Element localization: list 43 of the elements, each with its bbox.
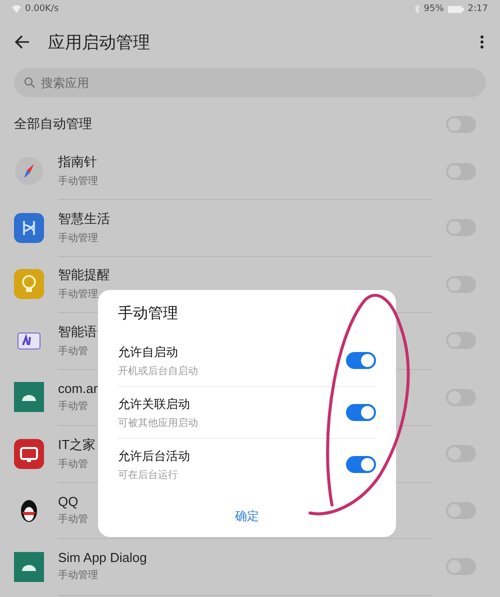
option-description: 开机或后台自启动 xyxy=(118,364,199,378)
app-name: IT之家 xyxy=(58,436,96,454)
bluetooth-icon xyxy=(414,5,420,13)
network-speed: 0.00K/s xyxy=(25,4,59,14)
app-name: 智能语 xyxy=(58,322,97,341)
app-status: 手动管 xyxy=(58,400,88,413)
search-icon xyxy=(24,77,35,88)
lightbulb-icon xyxy=(14,269,44,300)
app-status: 手动管理 xyxy=(58,288,98,302)
app-name: com.ar xyxy=(58,380,98,396)
app-name: 指南针 xyxy=(58,153,97,172)
app-icon xyxy=(14,212,44,243)
compass-icon xyxy=(14,156,44,186)
app-status: 手动管 xyxy=(58,458,88,471)
app-status: 手动管理 xyxy=(58,568,98,582)
app-name: 智能提醒 xyxy=(58,266,110,284)
back-button[interactable] xyxy=(14,35,30,49)
search-field[interactable]: 搜索应用 xyxy=(14,68,486,97)
option-description: 可在后台运行 xyxy=(118,468,179,482)
app-name: Sim App Dialog xyxy=(58,550,147,566)
app-icon xyxy=(14,438,44,469)
confirm-button[interactable]: 确定 xyxy=(225,504,269,529)
option-label: 允许关联启动 xyxy=(118,396,191,412)
toggle-switch[interactable] xyxy=(346,404,376,421)
page-title: 应用启动管理 xyxy=(48,32,151,54)
app-name: QQ xyxy=(58,494,78,509)
dialog-title: 手动管理 xyxy=(118,304,179,323)
clock-time: 2:17 xyxy=(468,4,488,14)
app-status: 手动管 xyxy=(58,344,88,358)
all-auto-label: 全部自动管理 xyxy=(14,116,92,133)
app-status: 手动管 xyxy=(58,512,88,526)
option-description: 可被其他应用启动 xyxy=(118,416,199,430)
toggle-switch[interactable] xyxy=(346,352,376,369)
wifi-icon xyxy=(12,5,21,13)
option-label: 允许自启动 xyxy=(118,344,179,360)
battery-percent: 95% xyxy=(424,4,444,14)
more-menu-button[interactable] xyxy=(480,35,484,49)
option-label: 允许后台活动 xyxy=(118,448,191,464)
battery-icon xyxy=(448,6,464,12)
app-status: 手动管理 xyxy=(58,174,98,188)
app-name: 智慧生活 xyxy=(58,210,110,228)
app-status: 手动管理 xyxy=(58,232,98,245)
toggle-switch[interactable] xyxy=(346,456,376,473)
